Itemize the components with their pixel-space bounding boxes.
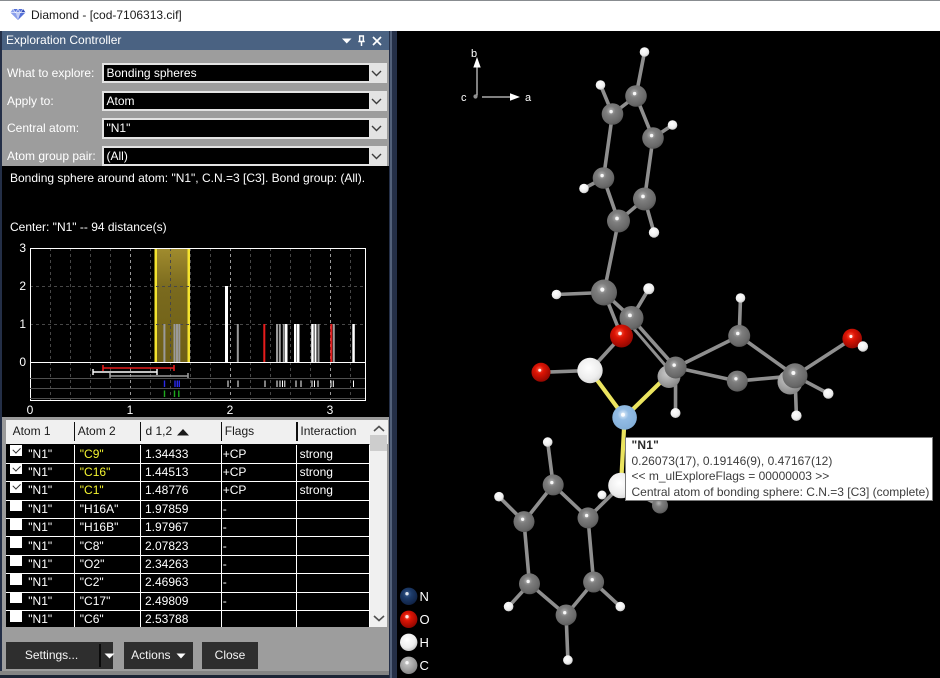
svg-text:0: 0: [19, 355, 26, 369]
svg-text:b: b: [471, 48, 477, 60]
svg-text:2: 2: [19, 279, 26, 293]
svg-text:c: c: [461, 92, 467, 104]
svg-text:3: 3: [327, 403, 334, 417]
svg-text:C: C: [420, 658, 429, 673]
svg-text:0: 0: [27, 403, 34, 417]
svg-text:2: 2: [227, 403, 234, 417]
svg-text:1: 1: [127, 403, 134, 417]
svg-text:O: O: [420, 612, 430, 627]
svg-text:N: N: [420, 589, 429, 604]
svg-text:1: 1: [19, 317, 26, 331]
svg-text:H: H: [420, 635, 429, 650]
svg-text:3: 3: [19, 241, 26, 255]
svg-text:a: a: [525, 92, 532, 104]
